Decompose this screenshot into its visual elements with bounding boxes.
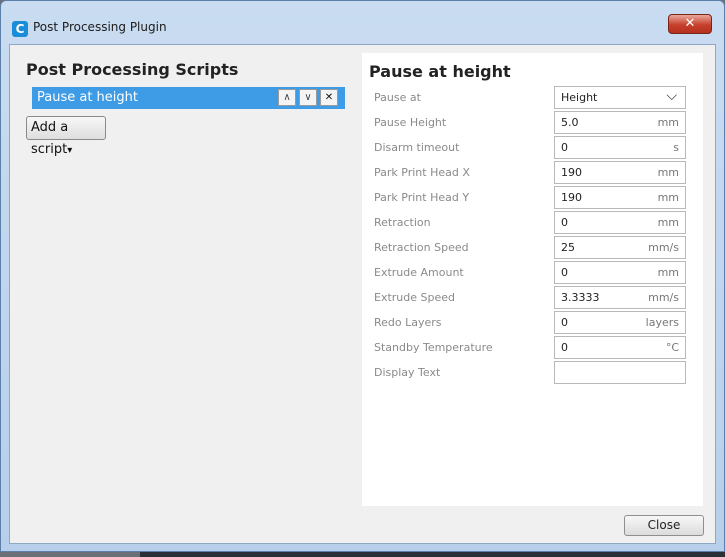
add-script-button[interactable]: Add a script▾ <box>26 116 106 157</box>
standby-temperature-label: Standby Temperature <box>374 341 493 354</box>
extrude-speed-label: Extrude Speed <box>374 291 455 304</box>
script-item-label: Pause at height <box>37 90 138 105</box>
remove-script-button[interactable]: ✕ <box>320 89 338 106</box>
plugin-dialog: C Post Processing Plugin ✕ Post Processi… <box>0 0 725 552</box>
window-title: Post Processing Plugin <box>33 20 167 34</box>
field-unit: mm <box>657 166 679 179</box>
field-value: 25 <box>561 241 575 254</box>
field-unit: °C <box>665 341 679 354</box>
extrude-speed-field[interactable]: 3.3333 mm/s <box>554 286 686 309</box>
display-text-field[interactable] <box>554 361 686 384</box>
move-down-button[interactable]: ∨ <box>299 89 317 106</box>
display-text-label: Display Text <box>374 366 441 379</box>
retraction-label: Retraction <box>374 216 431 229</box>
field-unit: mm <box>657 266 679 279</box>
settings-heading: Pause at height <box>369 62 511 81</box>
retraction-field[interactable]: 0 mm <box>554 211 686 234</box>
standby-temperature-field[interactable]: 0 °C <box>554 336 686 359</box>
park-x-field[interactable]: 190 mm <box>554 161 686 184</box>
field-unit: s <box>673 141 679 154</box>
field-value: 0 <box>561 316 568 329</box>
field-unit: mm <box>657 216 679 229</box>
redo-layers-field[interactable]: 0 layers <box>554 311 686 334</box>
dropdown-arrow-icon: ▾ <box>67 145 73 156</box>
field-value: 5.0 <box>561 116 579 129</box>
field-unit: mm <box>657 191 679 204</box>
extrude-amount-field[interactable]: 0 mm <box>554 261 686 284</box>
pause-height-label: Pause Height <box>374 116 447 129</box>
close-button[interactable]: Close <box>624 515 704 536</box>
disarm-timeout-field[interactable]: 0 s <box>554 136 686 159</box>
script-settings-panel: Pause at height Pause at Height ⌵ Pause … <box>362 53 703 506</box>
field-value: 190 <box>561 191 582 204</box>
scripts-heading: Post Processing Scripts <box>26 60 239 79</box>
field-unit: mm <box>657 116 679 129</box>
field-value: 0 <box>561 341 568 354</box>
field-value: 190 <box>561 166 582 179</box>
pause-height-field[interactable]: 5.0 mm <box>554 111 686 134</box>
pause-at-label: Pause at <box>374 91 421 104</box>
field-unit: mm/s <box>648 291 679 304</box>
disarm-timeout-label: Disarm timeout <box>374 141 460 154</box>
field-value: 3.3333 <box>561 291 600 304</box>
field-unit: layers <box>645 316 679 329</box>
field-value: 0 <box>561 216 568 229</box>
park-y-field[interactable]: 190 mm <box>554 186 686 209</box>
dialog-content: Post Processing Scripts Pause at height … <box>9 44 716 544</box>
retraction-speed-label: Retraction Speed <box>374 241 469 254</box>
redo-layers-label: Redo Layers <box>374 316 442 329</box>
title-bar: C Post Processing Plugin ✕ <box>1 1 724 41</box>
park-x-label: Park Print Head X <box>374 166 470 179</box>
window-close-button[interactable]: ✕ <box>668 14 712 34</box>
pause-at-value: Height <box>561 91 598 104</box>
field-value: 0 <box>561 266 568 279</box>
chevron-down-icon: ∨ <box>304 92 312 103</box>
field-value: 0 <box>561 141 568 154</box>
close-icon: ✕ <box>324 92 334 103</box>
script-list-item[interactable]: Pause at height ∧ ∨ ✕ <box>32 87 345 109</box>
pause-at-select[interactable]: Height ⌵ <box>554 86 686 109</box>
cura-logo-icon: C <box>12 21 28 37</box>
park-y-label: Park Print Head Y <box>374 191 470 204</box>
add-script-label: Add a script <box>31 120 69 157</box>
move-up-button[interactable]: ∧ <box>278 89 296 106</box>
field-unit: mm/s <box>648 241 679 254</box>
chevron-up-icon: ∧ <box>283 92 291 103</box>
retraction-speed-field[interactable]: 25 mm/s <box>554 236 686 259</box>
extrude-amount-label: Extrude Amount <box>374 266 464 279</box>
chevron-down-icon: ⌵ <box>666 88 677 104</box>
